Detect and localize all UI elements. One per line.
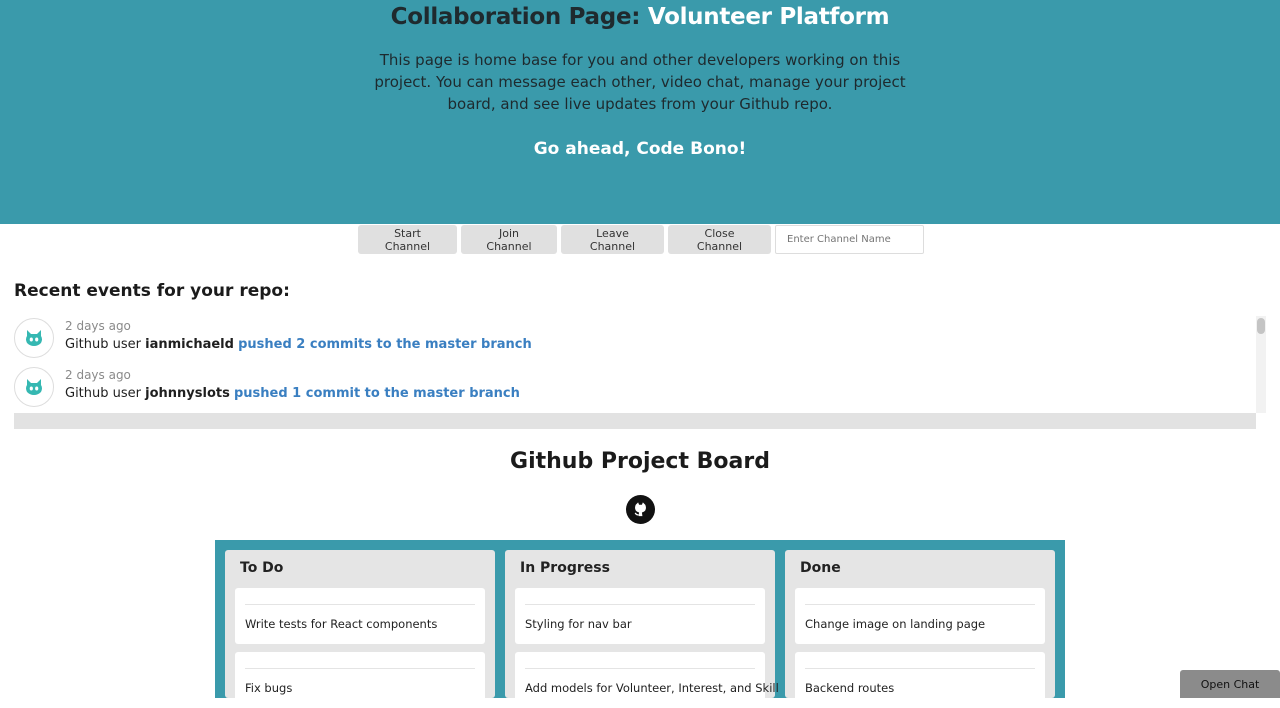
event-item: 2 days ago Github user johnnyslots pushe… <box>14 365 1256 413</box>
page-title-prefix: Collaboration Page: <box>390 4 648 30</box>
column-title: To Do <box>240 560 284 576</box>
column-title: In Progress <box>520 560 610 576</box>
github-octocat-icon <box>14 367 54 407</box>
card-divider <box>525 604 755 605</box>
card-divider <box>805 668 1035 669</box>
card-text: Fix bugs <box>245 681 293 695</box>
card-text: Add models for Volunteer, Interest, and … <box>525 681 779 695</box>
event-commit-link[interactable]: pushed 2 commits to the master branch <box>238 337 532 352</box>
board-card[interactable]: Styling for nav bar <box>515 588 765 644</box>
events-heading: Recent events for your repo: <box>14 281 290 301</box>
close-channel-button[interactable]: Close Channel <box>668 225 771 254</box>
start-channel-button[interactable]: Start Channel <box>358 225 457 254</box>
event-description: Github user ianmichaeld pushed 2 commits… <box>65 337 532 352</box>
event-time: 2 days ago <box>65 368 131 382</box>
board-card[interactable]: Fix bugs <box>235 652 485 708</box>
events-horizontal-scrollbar[interactable] <box>14 413 1256 429</box>
channel-name-input[interactable] <box>775 225 924 254</box>
github-octocat-icon <box>14 318 54 358</box>
board-column-done: Done Change image on landing page Backen… <box>785 550 1055 708</box>
hero-description: This page is home base for you and other… <box>374 51 906 113</box>
github-icon[interactable] <box>626 495 655 524</box>
event-prefix: Github user <box>65 337 146 352</box>
card-divider <box>525 668 755 669</box>
events-list: 2 days ago Github user ianmichaeld pushe… <box>14 316 1256 413</box>
join-channel-button[interactable]: Join Channel <box>461 225 557 254</box>
event-prefix: Github user <box>65 386 146 401</box>
event-user: johnnyslots <box>145 386 230 401</box>
board-card[interactable]: Add models for Volunteer, Interest, and … <box>515 652 779 708</box>
column-title: Done <box>800 560 841 576</box>
board-card[interactable]: Write tests for React components <box>235 588 485 644</box>
channel-controls: Start Channel Join Channel Leave Channel… <box>358 225 924 254</box>
event-user: ianmichaeld <box>145 337 234 352</box>
board-card[interactable]: Change image on landing page <box>795 588 1045 644</box>
card-text: Styling for nav bar <box>525 617 632 631</box>
event-item: 2 days ago Github user ianmichaeld pushe… <box>14 316 1256 365</box>
card-divider <box>245 668 475 669</box>
card-divider <box>245 604 475 605</box>
board-card[interactable]: Backend routes <box>795 652 1045 708</box>
card-text: Write tests for React components <box>245 617 438 631</box>
card-text: Change image on landing page <box>805 617 986 631</box>
event-description: Github user johnnyslots pushed 1 commit … <box>65 386 520 401</box>
event-time: 2 days ago <box>65 319 131 333</box>
board-column-in-progress: In Progress Styling for nav bar Add mode… <box>505 550 779 708</box>
event-commit-link[interactable]: pushed 1 commit to the master branch <box>234 386 520 401</box>
project-name: Volunteer Platform <box>647 4 890 30</box>
card-divider <box>805 604 1035 605</box>
board-column-todo: To Do Write tests for React components F… <box>225 550 495 708</box>
events-scrollbar-thumb[interactable] <box>1257 318 1265 334</box>
hero-tagline: Go ahead, Code Bono! <box>533 139 747 159</box>
hero-banner: Collaboration Page: Volunteer Platform T… <box>0 0 1280 224</box>
open-chat-button[interactable]: Open Chat <box>1180 670 1280 698</box>
leave-channel-button[interactable]: Leave Channel <box>561 225 664 254</box>
board-title: Github Project Board <box>510 449 770 474</box>
page-title: Collaboration Page: Volunteer Platform <box>0 4 1280 30</box>
project-board: To Do Write tests for React components F… <box>215 540 1065 708</box>
card-text: Backend routes <box>805 681 895 695</box>
